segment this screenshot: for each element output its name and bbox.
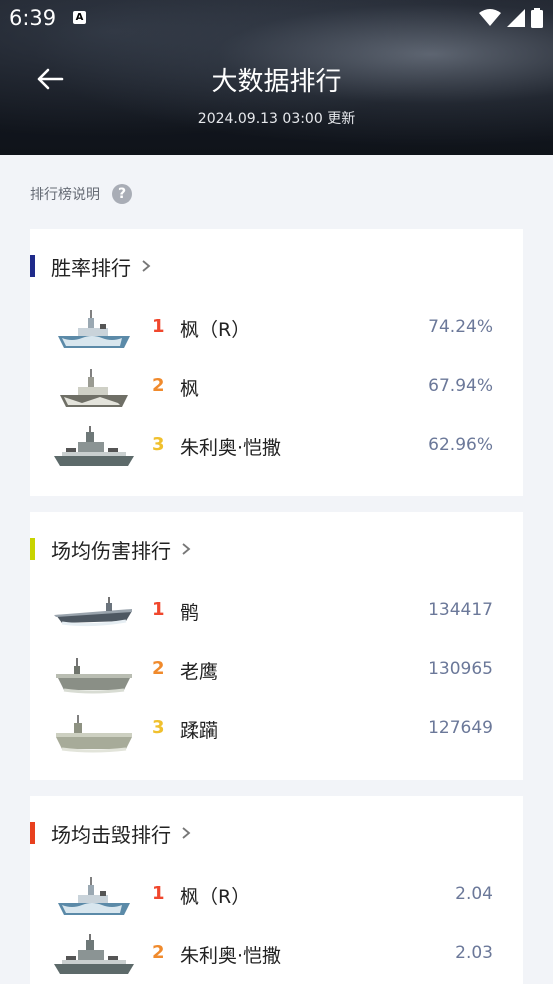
stat-value: 130965 <box>428 659 493 679</box>
ranking-row[interactable]: 1 枫（R） 74.24% <box>30 305 523 355</box>
update-time: 2024.09.13 03:00 更新 <box>197 111 356 127</box>
stat-value: 127649 <box>428 718 493 738</box>
stat-value: 74.24% <box>428 317 493 337</box>
rank-number: 1 <box>152 883 165 904</box>
ship-name: 枫（R） <box>180 886 251 908</box>
wifi-icon <box>479 9 501 26</box>
rank-number: 2 <box>152 375 165 396</box>
rank-number: 2 <box>152 942 165 963</box>
page-title: 大数据排行 <box>211 67 342 97</box>
rank-number: 1 <box>152 599 165 620</box>
section-accent-bar <box>30 538 35 560</box>
ship-name: 枫 <box>180 378 200 400</box>
rank-number: 2 <box>152 658 165 679</box>
ship-name: 枫（R） <box>180 319 251 341</box>
ship-name: 老鹰 <box>180 661 219 683</box>
section-header[interactable]: 胜率排行 <box>30 255 151 280</box>
chevron-right-icon <box>182 543 191 555</box>
ranking-row[interactable]: 2 枫 67.94% <box>30 364 523 414</box>
section-title: 胜率排行 <box>51 255 131 280</box>
stat-value: 67.94% <box>428 376 493 396</box>
section-header[interactable]: 场均伤害排行 <box>30 538 191 563</box>
damage-ranking-card: 场均伤害排行 1 鹘 134417 2 老鹰 130965 3 蹂躏 12764… <box>30 512 523 780</box>
ranking-row[interactable]: 2 朱利奥·恺撒 2.03 <box>30 931 523 981</box>
ranking-row[interactable]: 1 枫（R） 2.04 <box>30 872 523 922</box>
section-accent-bar <box>30 255 35 277</box>
section-accent-bar <box>30 822 35 844</box>
header-banner: 6:39 A 大数据排行 2024.09.13 03:00 更新 <box>0 0 553 155</box>
battleship-ship-icon <box>54 934 134 974</box>
ship-name: 鹘 <box>180 602 200 624</box>
status-bar: 6:39 A <box>0 0 553 38</box>
carrier-ship-icon <box>56 658 132 694</box>
section-title: 场均伤害排行 <box>51 538 171 563</box>
destroyer-camo-ship-icon <box>58 310 130 348</box>
stat-value: 62.96% <box>428 435 493 455</box>
stat-value: 134417 <box>428 600 493 620</box>
battleship-ship-icon <box>54 426 134 466</box>
rank-number: 3 <box>152 717 165 738</box>
destroyer-camo-ship-icon <box>60 369 128 407</box>
notification-icon: A <box>73 11 86 24</box>
ranking-row[interactable]: 3 蹂躏 127649 <box>30 706 523 756</box>
winrate-ranking-card: 胜率排行 1 枫（R） 74.24% 2 枫 67.94% 3 朱利奥·恺撒 6… <box>30 229 523 496</box>
carrier-ship-icon <box>54 597 132 627</box>
status-time: 6:39 <box>9 6 57 30</box>
battery-icon <box>531 8 543 28</box>
ship-name: 蹂躏 <box>180 720 219 742</box>
section-title: 场均击毁排行 <box>51 822 171 847</box>
kills-ranking-card: 场均击毁排行 1 枫（R） 2.04 2 朱利奥·恺撒 2.03 <box>30 796 523 984</box>
chevron-right-icon <box>182 827 191 839</box>
ranking-row[interactable]: 3 朱利奥·恺撒 62.96% <box>30 423 523 473</box>
ranking-row[interactable]: 1 鹘 134417 <box>30 588 523 638</box>
chevron-right-icon <box>142 260 151 272</box>
ranking-row[interactable]: 2 老鹰 130965 <box>30 647 523 697</box>
destroyer-camo-ship-icon <box>58 877 130 915</box>
help-icon[interactable]: ? <box>112 184 132 204</box>
explanation-label: 排行榜说明 <box>30 187 100 203</box>
section-header[interactable]: 场均击毁排行 <box>30 822 191 847</box>
rank-number: 1 <box>152 316 165 337</box>
ranking-explanation[interactable]: 排行榜说明 ? <box>30 184 132 204</box>
carrier-ship-icon <box>56 715 132 753</box>
rank-number: 3 <box>152 434 165 455</box>
stat-value: 2.04 <box>455 884 493 904</box>
ship-name: 朱利奥·恺撒 <box>180 437 282 459</box>
system-icons <box>479 8 543 28</box>
signal-icon <box>507 9 525 27</box>
ship-name: 朱利奥·恺撒 <box>180 945 282 967</box>
stat-value: 2.03 <box>455 943 493 963</box>
